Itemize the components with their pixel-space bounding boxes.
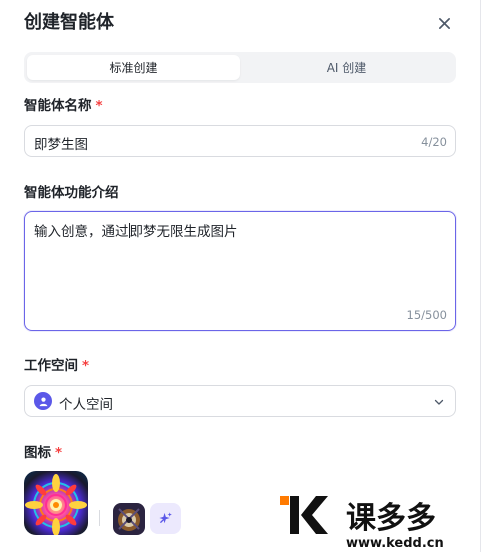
description-text-after-caret: 即梦无限生成图片 bbox=[129, 224, 238, 240]
name-label: 智能体名称 * bbox=[24, 97, 103, 115]
icon-label: 图标 * bbox=[24, 444, 62, 462]
icon-option-thumbnail[interactable] bbox=[113, 503, 145, 535]
name-label-text: 智能体名称 bbox=[24, 98, 92, 114]
required-mark: * bbox=[55, 445, 63, 461]
tab-ai-create[interactable]: AI 创建 bbox=[240, 55, 453, 80]
workspace-label: 工作空间 * bbox=[24, 357, 89, 375]
creation-mode-tabs: 标准创建 AI 创建 bbox=[24, 52, 456, 83]
watermark-logo-text: 课多多 bbox=[346, 501, 436, 536]
chevron-down-icon bbox=[434, 399, 444, 405]
workspace-value: 个人空间 bbox=[59, 397, 113, 413]
description-char-count: 15/500 bbox=[406, 308, 447, 322]
agent-name-value: 即梦生图 bbox=[34, 137, 88, 153]
description-label-text: 智能体功能介绍 bbox=[24, 185, 119, 201]
workspace-label-text: 工作空间 bbox=[24, 358, 78, 374]
watermark-url: www.kedd.cn bbox=[346, 536, 444, 551]
agent-name-input[interactable]: 即梦生图 4/20 bbox=[24, 125, 456, 157]
required-mark: * bbox=[82, 358, 90, 374]
dialog-title: 创建智能体 bbox=[24, 12, 114, 33]
tab-standard-create[interactable]: 标准创建 bbox=[27, 55, 240, 80]
icon-label-text: 图标 bbox=[24, 445, 51, 461]
create-agent-dialog: 创建智能体 标准创建 AI 创建 智能体名称 * 即梦生图 4/20 智能体功能介… bbox=[0, 0, 481, 552]
selected-agent-icon[interactable] bbox=[24, 471, 88, 535]
name-char-count: 4/20 bbox=[421, 135, 447, 149]
workspace-select[interactable]: 个人空间 bbox=[24, 385, 456, 417]
sparkle-icon bbox=[159, 512, 172, 524]
description-label: 智能体功能介绍 bbox=[24, 184, 119, 202]
close-icon bbox=[438, 17, 450, 29]
description-value: 输入创意，通过即梦无限生成图片 bbox=[34, 220, 238, 240]
description-text-before-caret: 输入创意，通过 bbox=[34, 224, 129, 240]
kedd-watermark-logo: 课多多 www.kedd.cn bbox=[280, 488, 480, 552]
ai-generate-icon-button[interactable] bbox=[150, 503, 181, 534]
close-button[interactable] bbox=[434, 13, 454, 33]
icon-divider bbox=[99, 510, 100, 526]
abstract-art-icon bbox=[113, 503, 145, 535]
user-avatar-icon bbox=[34, 392, 52, 410]
agent-description-textarea[interactable]: 输入创意，通过即梦无限生成图片 15/500 bbox=[24, 211, 456, 331]
psychedelic-flower-icon bbox=[24, 471, 88, 535]
required-mark: * bbox=[95, 98, 103, 114]
